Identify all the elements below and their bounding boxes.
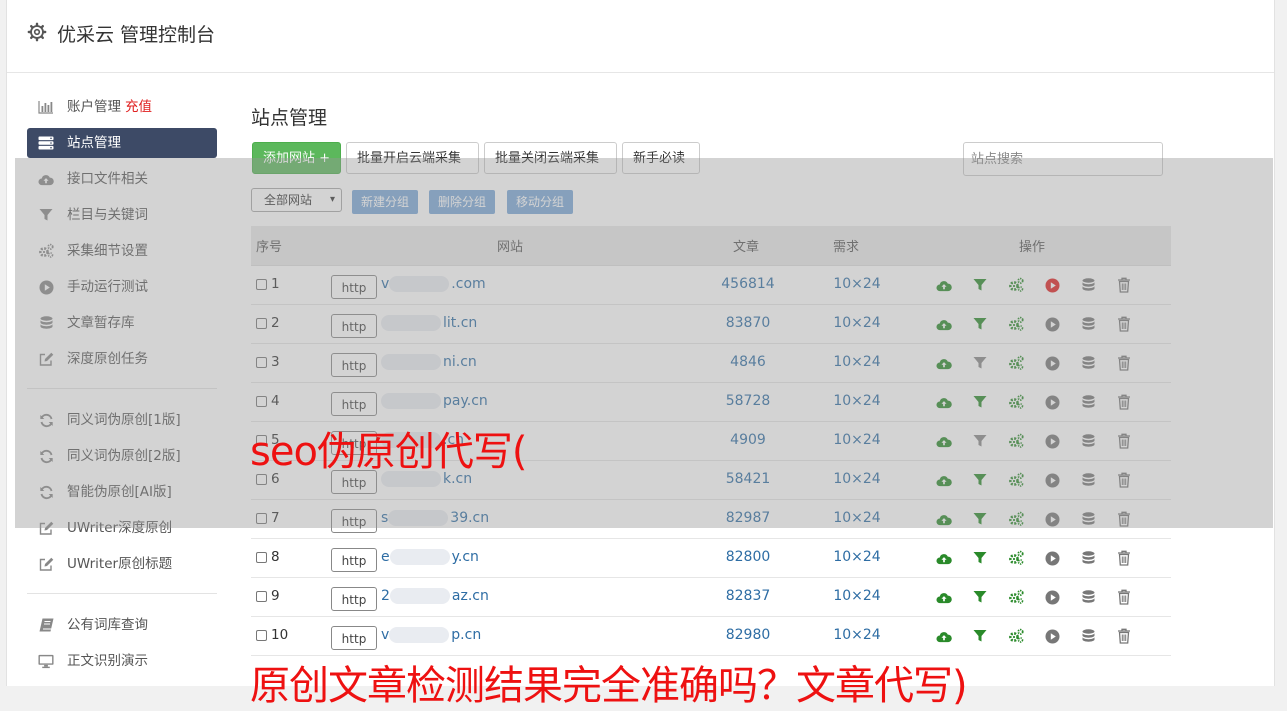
- page-title: 站点管理: [251, 107, 328, 129]
- sidebar-item-2-0[interactable]: 公有词库查询: [27, 610, 217, 640]
- http-button[interactable]: http: [331, 548, 377, 572]
- site-domain: p.cn: [451, 627, 482, 643]
- edit-icon: [38, 556, 54, 572]
- trash-icon[interactable]: [1116, 628, 1132, 644]
- trash-icon[interactable]: [1116, 589, 1132, 605]
- sidebar-item-0-0[interactable]: 账户管理 充值: [27, 92, 217, 122]
- table-row: 10 http v p.cn 82980 10×24: [251, 617, 1171, 656]
- site-prefix: v: [381, 627, 390, 643]
- need-value[interactable]: 10×24: [817, 627, 897, 643]
- sidebar-item-label: 公有词库查询: [67, 617, 148, 633]
- redaction-blur: [389, 588, 450, 604]
- watermark-line-2: 原创文章检测结果完全准确吗？文章代写): [250, 663, 968, 709]
- book-icon: [38, 617, 54, 633]
- top-bar: 优采云 管理控制台: [7, 0, 1274, 73]
- app-title: 优采云 管理控制台: [57, 24, 216, 46]
- filter-icon[interactable]: [972, 628, 988, 644]
- article-count[interactable]: 82837: [701, 588, 795, 604]
- play-circle-icon[interactable]: [1044, 628, 1060, 644]
- sidebar-item-label: UWriter原创标题: [67, 556, 173, 572]
- cloud-upload-icon[interactable]: [936, 589, 952, 605]
- need-value[interactable]: 10×24: [817, 549, 897, 565]
- site-prefix: e: [381, 549, 390, 565]
- row-index: 8: [271, 549, 280, 565]
- row-index: 9: [271, 588, 280, 604]
- redaction-blur: [389, 627, 450, 643]
- filter-icon[interactable]: [972, 589, 988, 605]
- redaction-blur: [389, 549, 450, 565]
- need-value[interactable]: 10×24: [817, 588, 897, 604]
- site-link[interactable]: 2 az.cn: [381, 588, 489, 604]
- http-button[interactable]: http: [331, 587, 377, 611]
- database-icon[interactable]: [1080, 628, 1096, 644]
- sidebar-item-2-1[interactable]: 正文识别演示: [27, 646, 217, 676]
- database-icon[interactable]: [1080, 550, 1096, 566]
- watermark-line-1: seo伪原创代写(: [250, 429, 528, 475]
- filter-icon[interactable]: [972, 550, 988, 566]
- sidebar-item-label: 账户管理: [67, 99, 121, 115]
- trash-icon[interactable]: [1116, 550, 1132, 566]
- table-row: 9 http 2 az.cn 82837 10×24: [251, 578, 1171, 617]
- bar-chart-icon: [38, 99, 54, 115]
- site-link[interactable]: v p.cn: [381, 627, 481, 643]
- gears-icon[interactable]: [1008, 628, 1024, 644]
- sidebar-item-label: 正文识别演示: [67, 653, 148, 669]
- database-icon[interactable]: [1080, 589, 1096, 605]
- recharge-link[interactable]: 充值: [125, 99, 152, 115]
- row-checkbox[interactable]: [256, 552, 267, 563]
- sidebar-divider: [27, 593, 217, 594]
- row-actions: [936, 628, 1152, 644]
- monitor-icon: [38, 653, 54, 669]
- gear-icon: [27, 22, 47, 42]
- sidebar-item-0-1[interactable]: 站点管理: [27, 128, 217, 158]
- table-row: 8 http e y.cn 82800 10×24: [251, 539, 1171, 578]
- article-count[interactable]: 82980: [701, 627, 795, 643]
- article-count[interactable]: 82800: [701, 549, 795, 565]
- site-domain: az.cn: [451, 588, 489, 604]
- row-checkbox[interactable]: [256, 591, 267, 602]
- row-actions: [936, 589, 1152, 605]
- play-circle-icon[interactable]: [1044, 589, 1060, 605]
- cloud-upload-icon[interactable]: [936, 628, 952, 644]
- site-prefix: 2: [381, 588, 390, 604]
- image-shade-overlay: [15, 158, 1273, 528]
- row-checkbox[interactable]: [256, 630, 267, 641]
- row-index: 10: [271, 627, 289, 643]
- gears-icon[interactable]: [1008, 589, 1024, 605]
- sidebar-item-label: 站点管理: [67, 135, 121, 151]
- sidebar-item-1-4[interactable]: UWriter原创标题: [27, 549, 217, 579]
- http-button[interactable]: http: [331, 626, 377, 650]
- play-circle-icon[interactable]: [1044, 550, 1060, 566]
- site-domain: y.cn: [451, 549, 479, 565]
- server-icon: [38, 135, 54, 151]
- row-actions: [936, 550, 1152, 566]
- gears-icon[interactable]: [1008, 550, 1024, 566]
- cloud-upload-icon[interactable]: [936, 550, 952, 566]
- site-link[interactable]: e y.cn: [381, 549, 479, 565]
